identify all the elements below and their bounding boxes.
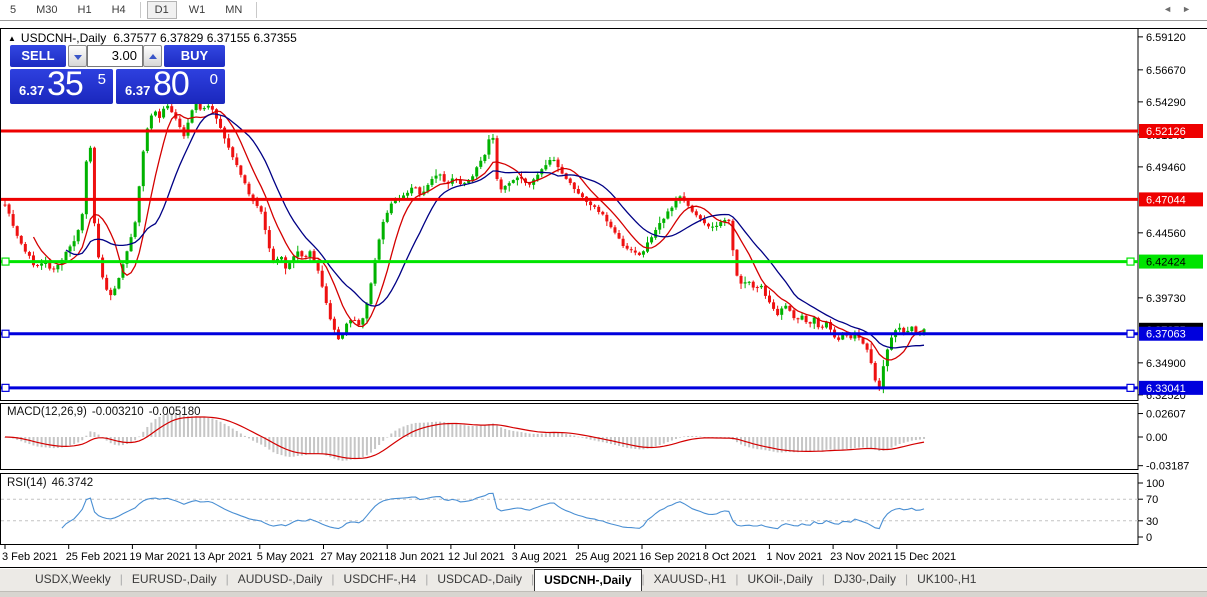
indicator-axes: 0.02607 0.00 -0.03187 100 70 30 0 (1138, 409, 1189, 544)
level-handle (2, 330, 9, 337)
svg-text:6.42424: 6.42424 (1146, 257, 1186, 269)
svg-text:16 Sep 2021: 16 Sep 2021 (639, 551, 701, 563)
price-axis: 6.591206.566706.542906.518406.494606.445… (1138, 32, 1186, 402)
buy-price-main: 80 (153, 65, 189, 104)
rsi-name: RSI(14) (7, 477, 47, 489)
collapse-chart-icon[interactable]: ▲ (8, 34, 16, 43)
triangle-up-icon (149, 54, 157, 59)
svg-text:25 Aug 2021: 25 Aug 2021 (575, 551, 637, 563)
rsi-value: 46.3742 (52, 477, 94, 489)
sell-price-pip: 5 (98, 71, 106, 88)
svg-text:0.00: 0.00 (1146, 432, 1167, 444)
svg-text:12 Jul 2021: 12 Jul 2021 (448, 551, 505, 563)
buy-price-prefix: 6.37 (125, 83, 150, 98)
svg-text:13 Apr 2021: 13 Apr 2021 (193, 551, 252, 563)
svg-text:6.59120: 6.59120 (1146, 32, 1186, 44)
svg-text:6.34900: 6.34900 (1146, 358, 1186, 370)
chart-title: ▲ USDCNH-,Daily 6.37577 6.37829 6.37155 6.… (8, 31, 297, 45)
svg-text:6.47044: 6.47044 (1146, 194, 1186, 206)
macd-name: MACD(12,26,9) (7, 406, 87, 418)
svg-text:6.44560: 6.44560 (1146, 228, 1186, 240)
volume-input[interactable]: 3.00 (87, 45, 143, 67)
level-handle (2, 258, 9, 265)
one-click-trade-panel: SELL 3.00 BUY 6.37 35 5 6.37 80 0 (10, 45, 225, 105)
rsi-pane (1, 474, 1139, 545)
svg-text:1 Nov 2021: 1 Nov 2021 (766, 551, 822, 563)
svg-text:6.37063: 6.37063 (1146, 329, 1186, 341)
svg-text:15 Dec 2021: 15 Dec 2021 (894, 551, 956, 563)
buy-button[interactable]: BUY (164, 45, 225, 67)
svg-text:18 Jun 2021: 18 Jun 2021 (384, 551, 445, 563)
volume-increase-button[interactable] (143, 45, 162, 67)
chart-symbol-period: USDCNH-,Daily (21, 31, 106, 45)
buy-price-display[interactable]: 6.37 80 0 (116, 69, 225, 104)
macd-signal-value: -0.005180 (149, 406, 201, 418)
macd-indicator-label: MACD(12,26,9) -0.003210 -0.005180 (7, 406, 205, 418)
svg-text:3 Aug 2021: 3 Aug 2021 (512, 551, 568, 563)
ohlc-quotes: 6.37577 6.37829 6.37155 6.37355 (113, 31, 297, 45)
sell-price-main: 35 (47, 65, 83, 104)
rsi-indicator-label: RSI(14) 46.3742 (7, 477, 98, 489)
macd-value: -0.003210 (92, 406, 144, 418)
svg-text:70: 70 (1146, 494, 1158, 506)
svg-text:6.39730: 6.39730 (1146, 293, 1186, 305)
svg-text:8 Oct 2021: 8 Oct 2021 (703, 551, 757, 563)
sell-price-prefix: 6.37 (19, 83, 44, 98)
svg-text:-0.03187: -0.03187 (1146, 461, 1189, 473)
sell-button[interactable]: SELL (10, 45, 66, 67)
svg-text:6.33041: 6.33041 (1146, 383, 1186, 395)
sell-price-display[interactable]: 6.37 35 5 (10, 69, 113, 104)
svg-text:6.52126: 6.52126 (1146, 126, 1186, 138)
date-axis: 3 Feb 2021 25 Feb 202119 Mar 202113 Apr 2… (2, 545, 956, 563)
level-handle (1127, 384, 1134, 391)
level-handle (1127, 258, 1134, 265)
svg-text:6.56670: 6.56670 (1146, 65, 1186, 77)
svg-text:5 May 2021: 5 May 2021 (257, 551, 314, 563)
volume-decrease-button[interactable] (68, 45, 87, 67)
triangle-down-icon (74, 55, 82, 60)
svg-text:0: 0 (1146, 532, 1152, 544)
svg-text:27 May 2021: 27 May 2021 (321, 551, 385, 563)
svg-text:25 Feb 2021: 25 Feb 2021 (66, 551, 128, 563)
level-handle (2, 384, 9, 391)
svg-text:6.54290: 6.54290 (1146, 97, 1186, 109)
svg-text:0.02607: 0.02607 (1146, 409, 1186, 421)
svg-text:23 Nov 2021: 23 Nov 2021 (830, 551, 892, 563)
svg-text:6.49460: 6.49460 (1146, 162, 1186, 174)
svg-text:100: 100 (1146, 478, 1164, 490)
buy-price-pip: 0 (210, 71, 218, 88)
level-handle (1127, 330, 1134, 337)
svg-text:30: 30 (1146, 516, 1158, 528)
svg-text:19 Mar 2021: 19 Mar 2021 (129, 551, 191, 563)
svg-text:3 Feb 2021: 3 Feb 2021 (2, 551, 58, 563)
